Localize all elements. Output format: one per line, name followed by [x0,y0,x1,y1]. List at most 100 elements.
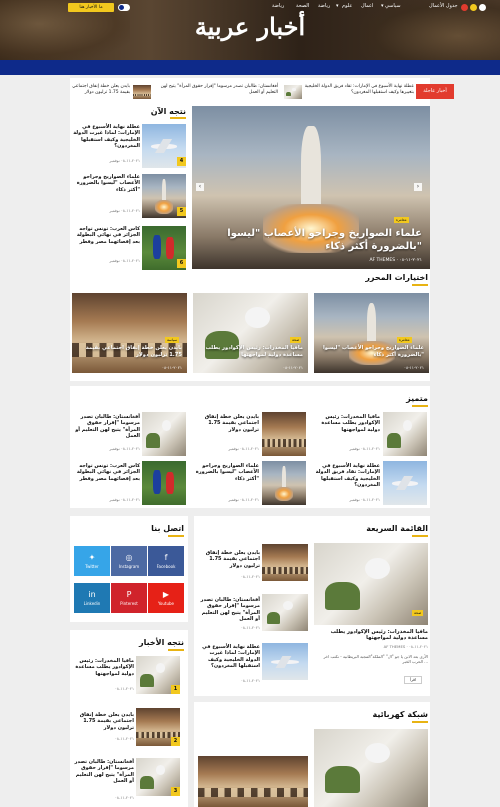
featured-item-title[interactable]: أفغانستان: طالبان تصدر مرسوما "إقرار حقو… [72,414,140,440]
featured-item-date: ٢٠٢١-١١-٠٨ نوفمبر [349,497,380,502]
featured-item-thumb[interactable] [262,412,306,456]
ticker-item[interactable]: أفغانستان: طالبان تصدر مرسوما "إقرار حقو… [153,84,278,96]
quick-item-thumb[interactable] [262,544,308,581]
quick-item-thumb[interactable] [262,643,308,680]
editor-card-date: ٢٠٢١-١١-٠٨ [161,365,182,370]
editor-card-category[interactable]: مغامرة [397,337,412,343]
now-item-date: ٢٠٢١-١١-٠٨ نوفمبر [109,208,140,213]
dark-mode-toggle[interactable] [118,4,130,11]
electric-item-image[interactable] [198,756,308,807]
section-title-underline [412,535,428,537]
featured-item-title[interactable]: كاس العرب: تونس تواجه الجزائر في نهائي ا… [72,463,140,482]
editor-card-title[interactable]: بايدن يعلن خطة إنفاق اجتماعي بقيمة 1.75 … [76,345,182,359]
quick-lead-title[interactable]: مافيا المخدرات: رئيس الإكوادور يطلب مساع… [316,629,428,642]
editor-card-image[interactable] [72,293,187,373]
ticker-thumb[interactable] [284,85,302,99]
hero-meta: AF THEMES · ٢٠٢١-١١-٠٨ [369,258,422,263]
featured-item-thumb[interactable] [383,412,427,456]
quick-item-title[interactable]: أفغانستان: طالبان تصدر مرسوما "إقرار حقو… [198,597,260,623]
quick-item-thumb[interactable] [262,594,308,631]
instagram-icon: ◎ [125,553,133,562]
featured-item-date: ٢٠٢١-١١-٠٨ نوفمبر [228,497,259,502]
featured-item-title[interactable]: بايدن يعلن خطة إنفاق اجتماعي بقيمة 1.75 … [191,414,259,433]
chevron-down-icon[interactable]: ▾ [336,3,339,9]
quick-lead-author[interactable]: AF THEMES [384,644,406,649]
carousel-prev-arrow[interactable]: ‹ [196,183,204,191]
section-title-electric: شبكة كهربائية [372,710,428,719]
logo-white-dot [479,4,486,11]
read-more-button[interactable]: اقرأ [404,676,422,684]
hero-author[interactable]: AF THEMES [369,258,395,263]
section-title-news: نتجه الأخبار [138,638,184,647]
now-item-title[interactable]: عطلة نهاية الأسبوع في الإمارات: لماذا غي… [72,124,140,150]
section-title-editors: اختيارات المحرر [365,273,428,282]
news-side-title[interactable]: بايدن يعلن خطة إنفاق اجتماعي بقيمة 1.75 … [74,712,134,731]
chevron-down-icon[interactable]: ▾ [381,3,384,9]
whats-new-button[interactable]: ما الأخبار هنا [68,3,114,12]
instagram-button[interactable]: ◎ Instagram [111,546,147,576]
ticker-thumb[interactable] [133,85,151,99]
now-item-number: 5 [177,207,186,216]
featured-item-title[interactable]: مافيا المخدرات: رئيس الإكوادور يطلب مساع… [312,414,380,433]
featured-item-thumb[interactable] [262,461,306,505]
quick-item-title[interactable]: عطلة نهاية الأسبوع في الإمارات: لماذا غي… [198,644,260,670]
quick-lead-meta: AF THEMES · ٢٠٢١-١١-٠٨ [383,644,428,649]
quick-lead-image[interactable] [314,543,428,625]
nav-item-agenda[interactable]: جدول الأعمال [429,3,458,9]
hero-title[interactable]: علماء الصواريخ وجراحو الأعصاب "ليسوا بال… [196,227,422,253]
site-title[interactable]: أخبار عربية [180,12,320,41]
logo-red-dot [461,4,468,11]
featured-item-thumb[interactable] [383,461,427,505]
news-side-title[interactable]: مافيا المخدرات: رئيس الإكوادور يطلب مساع… [74,658,134,677]
hero-date: ٢٠٢١-١١-٠٨ [399,258,422,263]
news-side-number: 1 [171,685,180,694]
quick-item-date: ٢٠٢١-١١-٠٨ [240,678,260,683]
featured-item-date: ٢٠٢١-١١-٠٨ نوفمبر [228,446,259,451]
nav-item-sports-2[interactable]: رياضة [272,3,284,9]
quick-item-date: ٢٠٢١-١١-٠٨ [240,625,260,630]
ticker-item[interactable]: عطلة نهاية الأسبوع في الإمارات: تقاد فري… [304,84,414,96]
ticker-item[interactable]: بايدن يعلن خطة إنفاق اجتماعي بقيمة 1.75 … [70,84,130,96]
featured-item-date: ٢٠٢١-١١-٠٨ نوفمبر [109,497,140,502]
nav-item-sports[interactable]: رياضة [318,3,330,9]
news-side-title[interactable]: أفغانستان: طالبان تصدر مرسوما "إقرار حقو… [74,759,134,785]
electric-lead-image[interactable] [314,729,428,807]
editor-card-image[interactable] [193,293,308,373]
editor-card-category[interactable]: صحة [290,337,302,343]
twitter-button[interactable]: ✦ Twitter [74,546,110,576]
editor-card-category[interactable]: سياسة [165,337,180,343]
carousel-next-arrow[interactable]: › [414,183,422,191]
pinterest-button[interactable]: P Pinterest [111,583,147,613]
news-side-date: ٢٠٢١-١١-٠٨ [114,686,134,691]
nav-item-health[interactable]: الصحة [296,3,309,9]
facebook-icon: f [164,553,168,562]
featured-item-thumb[interactable] [142,461,186,505]
now-item-number: 4 [177,157,186,166]
now-item-title[interactable]: كاس العرب: تونس تواجه الجزائر في نهائي ا… [72,226,140,245]
editor-card-image[interactable] [314,293,429,373]
editor-card-title[interactable]: علماء الصواريخ وجراحو الأعصاب "ليسوا بال… [318,345,424,359]
linkedin-button[interactable]: in Linkedin [74,583,110,613]
featured-item-title[interactable]: علماء الصواريخ وجراحو الأعصاب "ليسوا بال… [191,463,259,482]
section-title-quick: القائمة السريعة [366,524,428,533]
section-title-underline [412,721,428,723]
facebook-button[interactable]: f Facebook [148,546,184,576]
nav-item-business[interactable]: اعمال [361,3,373,9]
section-title-contact: اتصل بنا [151,524,184,533]
youtube-button[interactable]: ▶ Youtube [148,583,184,613]
twitter-icon: ✦ [88,553,96,562]
now-item-title[interactable]: علماء الصواريخ وجراحو الأعصاب "ليسوا بال… [72,174,140,193]
hero-category[interactable]: مغامرة [394,217,409,223]
linkedin-icon: in [88,590,96,599]
featured-item-thumb[interactable] [142,412,186,456]
quick-item-title[interactable]: بايدن يعلن خطة إنفاق اجتماعي بقيمة 1.75 … [198,550,260,569]
now-item-number: 6 [177,259,186,268]
youtube-icon: ▶ [162,590,170,599]
featured-item-title[interactable]: عطلة نهاية الأسبوع في الإمارات: تقاد فري… [312,463,380,489]
nav-item-science[interactable]: علوم [342,3,352,9]
quick-lead-category[interactable]: صحة [412,610,424,616]
quick-item-date: ٢٠٢١-١١-٠٨ [240,574,260,579]
nav-item-politics[interactable]: سياسي [385,3,401,9]
editor-card-title[interactable]: مافيا المخدرات: رئيس الإكوادور يطلب مساع… [197,345,303,359]
news-side-date: ٢٠٢١-١١-٠٨ [114,736,134,741]
